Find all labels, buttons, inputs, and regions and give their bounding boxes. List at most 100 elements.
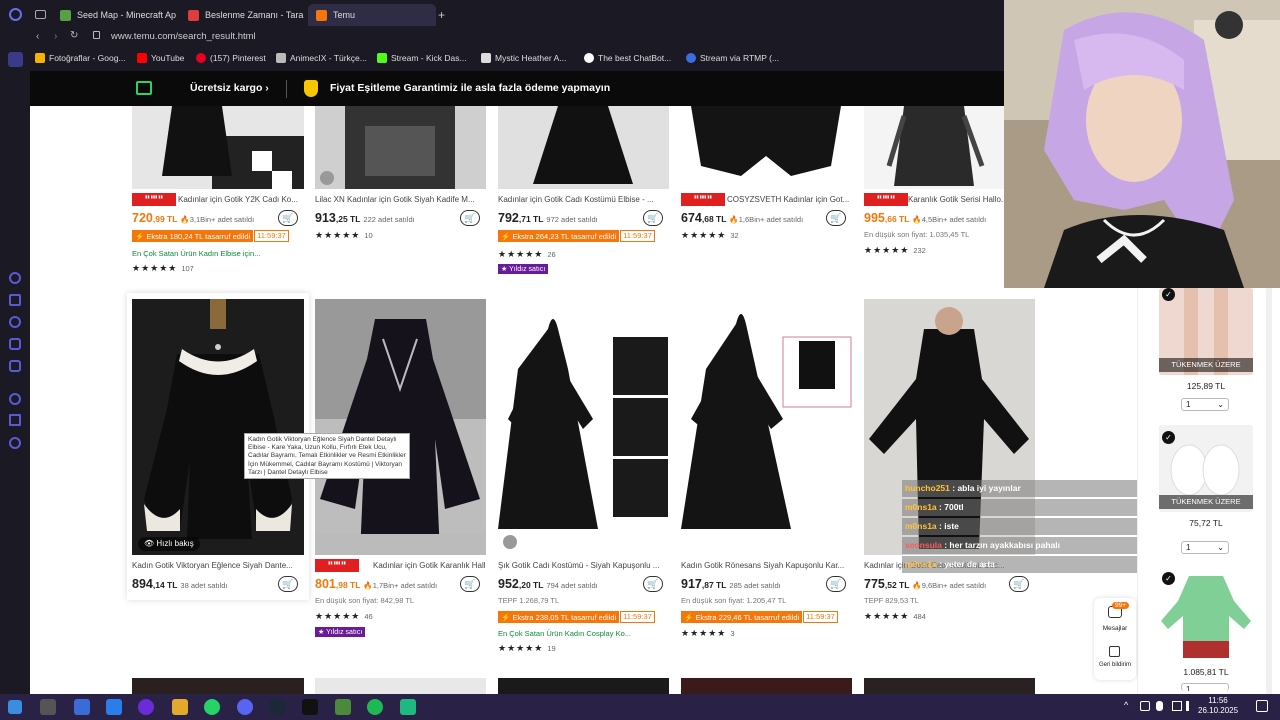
cart-item[interactable]: TÜKENMEK ÜZERE 125,89 TL 1 ⌄ [1159,288,1253,428]
sidebar-discord-icon[interactable] [9,360,21,372]
product-image[interactable] [498,106,669,189]
product-image[interactable] [132,299,304,555]
product-title[interactable]: Kadınlar için Gotik Y2K Cadı Ko... [178,195,304,204]
new-tab-icon[interactable]: + [438,8,445,22]
add-to-cart-button[interactable]: 🛒 [826,576,846,592]
add-to-cart-button[interactable]: 🛒 [1009,576,1029,592]
quick-view-button[interactable]: 👁 Hızlı bakış [138,537,200,551]
forward-icon[interactable]: › [54,31,57,42]
product-image[interactable] [864,106,1004,189]
sidebar-download-icon[interactable] [9,414,21,426]
add-to-cart-button[interactable]: 🛒 [643,210,663,226]
cart-item[interactable]: TÜKENMEK ÜZERE 75,72 TL 1 ⌄ [1159,425,1253,565]
spotify-icon[interactable] [367,699,383,715]
bookmark-photos[interactable]: Fotoğraflar - Goog... [35,53,126,63]
product-image[interactable] [864,678,1035,694]
tab-beslenme[interactable]: Beslenme Zamanı - Taran [180,4,304,26]
tab-seed-map[interactable]: Seed Map - Minecraft Ap [52,4,176,26]
system-clock[interactable]: 11:56 26.10.2025 [1198,696,1238,716]
bookmark-rtmp[interactable]: Stream via RTMP (... [686,53,779,63]
bookmark-kick[interactable]: Stream - Kick Das... [377,53,467,63]
whatsapp-icon[interactable] [204,699,220,715]
sidebar-settings-icon[interactable] [9,437,21,449]
product-image[interactable] [315,299,486,555]
feedback-icon[interactable] [1109,646,1120,657]
product-title[interactable]: Karanlık Gotik Serisi Hallo... [908,195,1004,204]
quantity-select[interactable]: 1 [1181,683,1229,691]
product-image[interactable] [132,106,304,189]
feedback-label[interactable]: Geri bildirim [1094,662,1136,668]
sidebar-instagram-icon[interactable] [9,338,21,350]
free-shipping-link[interactable]: Ücretsiz kargo › [190,82,269,94]
product-title[interactable]: Kadın Gotik Viktoryan Eğlence Siyah Dant… [132,561,304,570]
cart-item-image[interactable] [1159,571,1253,658]
bookmark-animecix[interactable]: AnimecIX - Türkçe... [276,53,367,63]
task-view-icon[interactable] [40,699,56,715]
product-image[interactable] [498,299,669,555]
product-image[interactable] [681,106,852,189]
product-image[interactable] [681,678,852,694]
app-icon[interactable] [400,699,416,715]
tab-menu-icon[interactable] [35,10,46,19]
bookmark-chatbot[interactable]: The best ChatBot... [584,53,671,63]
add-to-cart-button[interactable]: 🛒 [278,210,298,226]
sidebar-chatgpt-icon[interactable] [9,272,21,284]
steam-icon[interactable] [269,699,285,715]
best-seller-label[interactable]: En Çok Satan Ürün Kadın Elbise için... [132,249,260,258]
product-title[interactable]: Kadınlar için Gotik Cadı Kostümü Elbise … [498,195,670,204]
tab-temu[interactable]: Temu [308,4,436,26]
product-title[interactable]: Kadınlar için Gotik Karanlık Hall... [373,561,486,570]
opera-gx-icon[interactable] [138,699,154,715]
product-image[interactable] [498,678,669,694]
quantity-value: 1 [1186,543,1191,552]
tray-chevron-icon[interactable]: ^ [1124,700,1128,710]
sidebar-twitch-icon[interactable] [9,294,21,306]
network-icon[interactable] [1172,701,1182,711]
tray-app-icon[interactable] [1140,701,1150,711]
sold-count: 794 adet satıldı [546,581,598,590]
opera-logo-icon[interactable] [9,8,22,21]
product-title[interactable]: Lilac XN Kadınlar için Gotik Siyah Kadif… [315,195,487,204]
minecraft-icon[interactable] [335,699,351,715]
microphone-icon[interactable] [1156,701,1163,711]
checkbox-checked-icon[interactable]: ✓ [1162,288,1175,301]
cart-item[interactable]: 1.085,81 TL 1 [1159,571,1253,694]
add-to-cart-button[interactable]: 🛒 [460,210,480,226]
cart-scrollbar[interactable] [1266,288,1272,694]
store-icon[interactable] [74,699,90,715]
product-image[interactable] [681,299,852,555]
sidebar-history-icon[interactable] [9,393,21,405]
product-title[interactable]: Kadın Gotik Rönesans Siyah Kapuşonlu Kar… [681,561,853,570]
home-icon[interactable] [8,52,23,67]
epic-games-icon[interactable] [302,699,318,715]
bookmark-mystic[interactable]: Mystic Heather A... [481,53,566,63]
file-explorer-icon[interactable] [172,699,188,715]
add-to-cart-button[interactable]: 🛒 [826,210,846,226]
add-to-cart-button[interactable]: 🛒 [460,576,480,592]
add-to-cart-button[interactable]: 🛒 [643,576,663,592]
edge-icon[interactable] [106,699,122,715]
product-title[interactable]: COSYZSVETH Kadınlar için Got... [727,195,852,204]
checkbox-checked-icon[interactable]: ✓ [1162,572,1175,585]
add-to-cart-button[interactable]: 🛒 [278,576,298,592]
checkbox-checked-icon[interactable]: ✓ [1162,431,1175,444]
sidebar-whatsapp-icon[interactable] [9,316,21,328]
bookmark-pinterest[interactable]: (157) Pinterest [196,53,266,63]
product-title[interactable]: Şık Gotik Cadı Kostümü - Siyah Kapuşonlu… [498,561,670,570]
reload-icon[interactable]: ↻ [70,30,78,41]
windows-start-icon[interactable] [8,700,22,714]
best-seller-label[interactable]: En Çok Satan Ürün Kadın Cosplay Ko... [498,629,631,638]
quantity-select[interactable]: 1 ⌄ [1181,541,1229,554]
product-image[interactable] [132,678,304,694]
volume-icon[interactable] [1186,701,1196,711]
review-count: 10 [364,231,373,240]
messages-label[interactable]: Mesajlar [1094,625,1136,632]
quantity-select[interactable]: 1 ⌄ [1181,398,1229,411]
back-icon[interactable]: ‹ [36,31,39,42]
product-image[interactable] [315,106,486,189]
product-image[interactable] [315,678,486,694]
discord-icon[interactable] [237,699,253,715]
notification-icon[interactable] [1256,700,1268,712]
bookmark-youtube[interactable]: YouTube [137,53,184,63]
url-field[interactable]: www.temu.com/search_result.html [111,31,256,42]
